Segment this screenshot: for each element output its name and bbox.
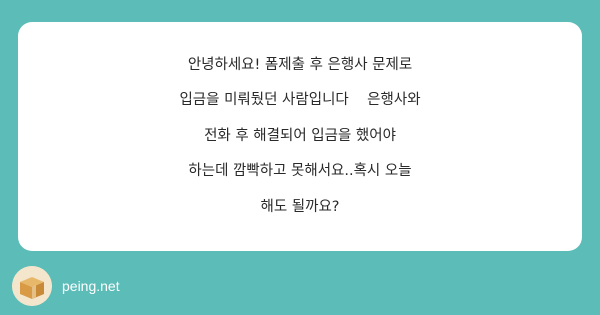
question-line-2: 입금을 미뤄뒀던 사람입니다 은행사와 [179,92,421,109]
question-line-1: 안녕하세요! 폼제출 후 은행사 문제로 [187,56,413,73]
question-line-4: 하는데 깜빡하고 못해서요..혹시 오늘 [188,163,412,180]
site-name[interactable]: peing.net [62,278,120,294]
box-icon [12,266,52,306]
question-card: 안녕하세요! 폼제출 후 은행사 문제로 입금을 미뤄뒀던 사람입니다 은행사와… [18,22,582,251]
question-line-5: 해도 될까요? [260,198,340,215]
question-line-3: 전화 후 해결되어 입금을 했어야 [204,127,396,144]
site-footer: peing.net [12,266,120,306]
